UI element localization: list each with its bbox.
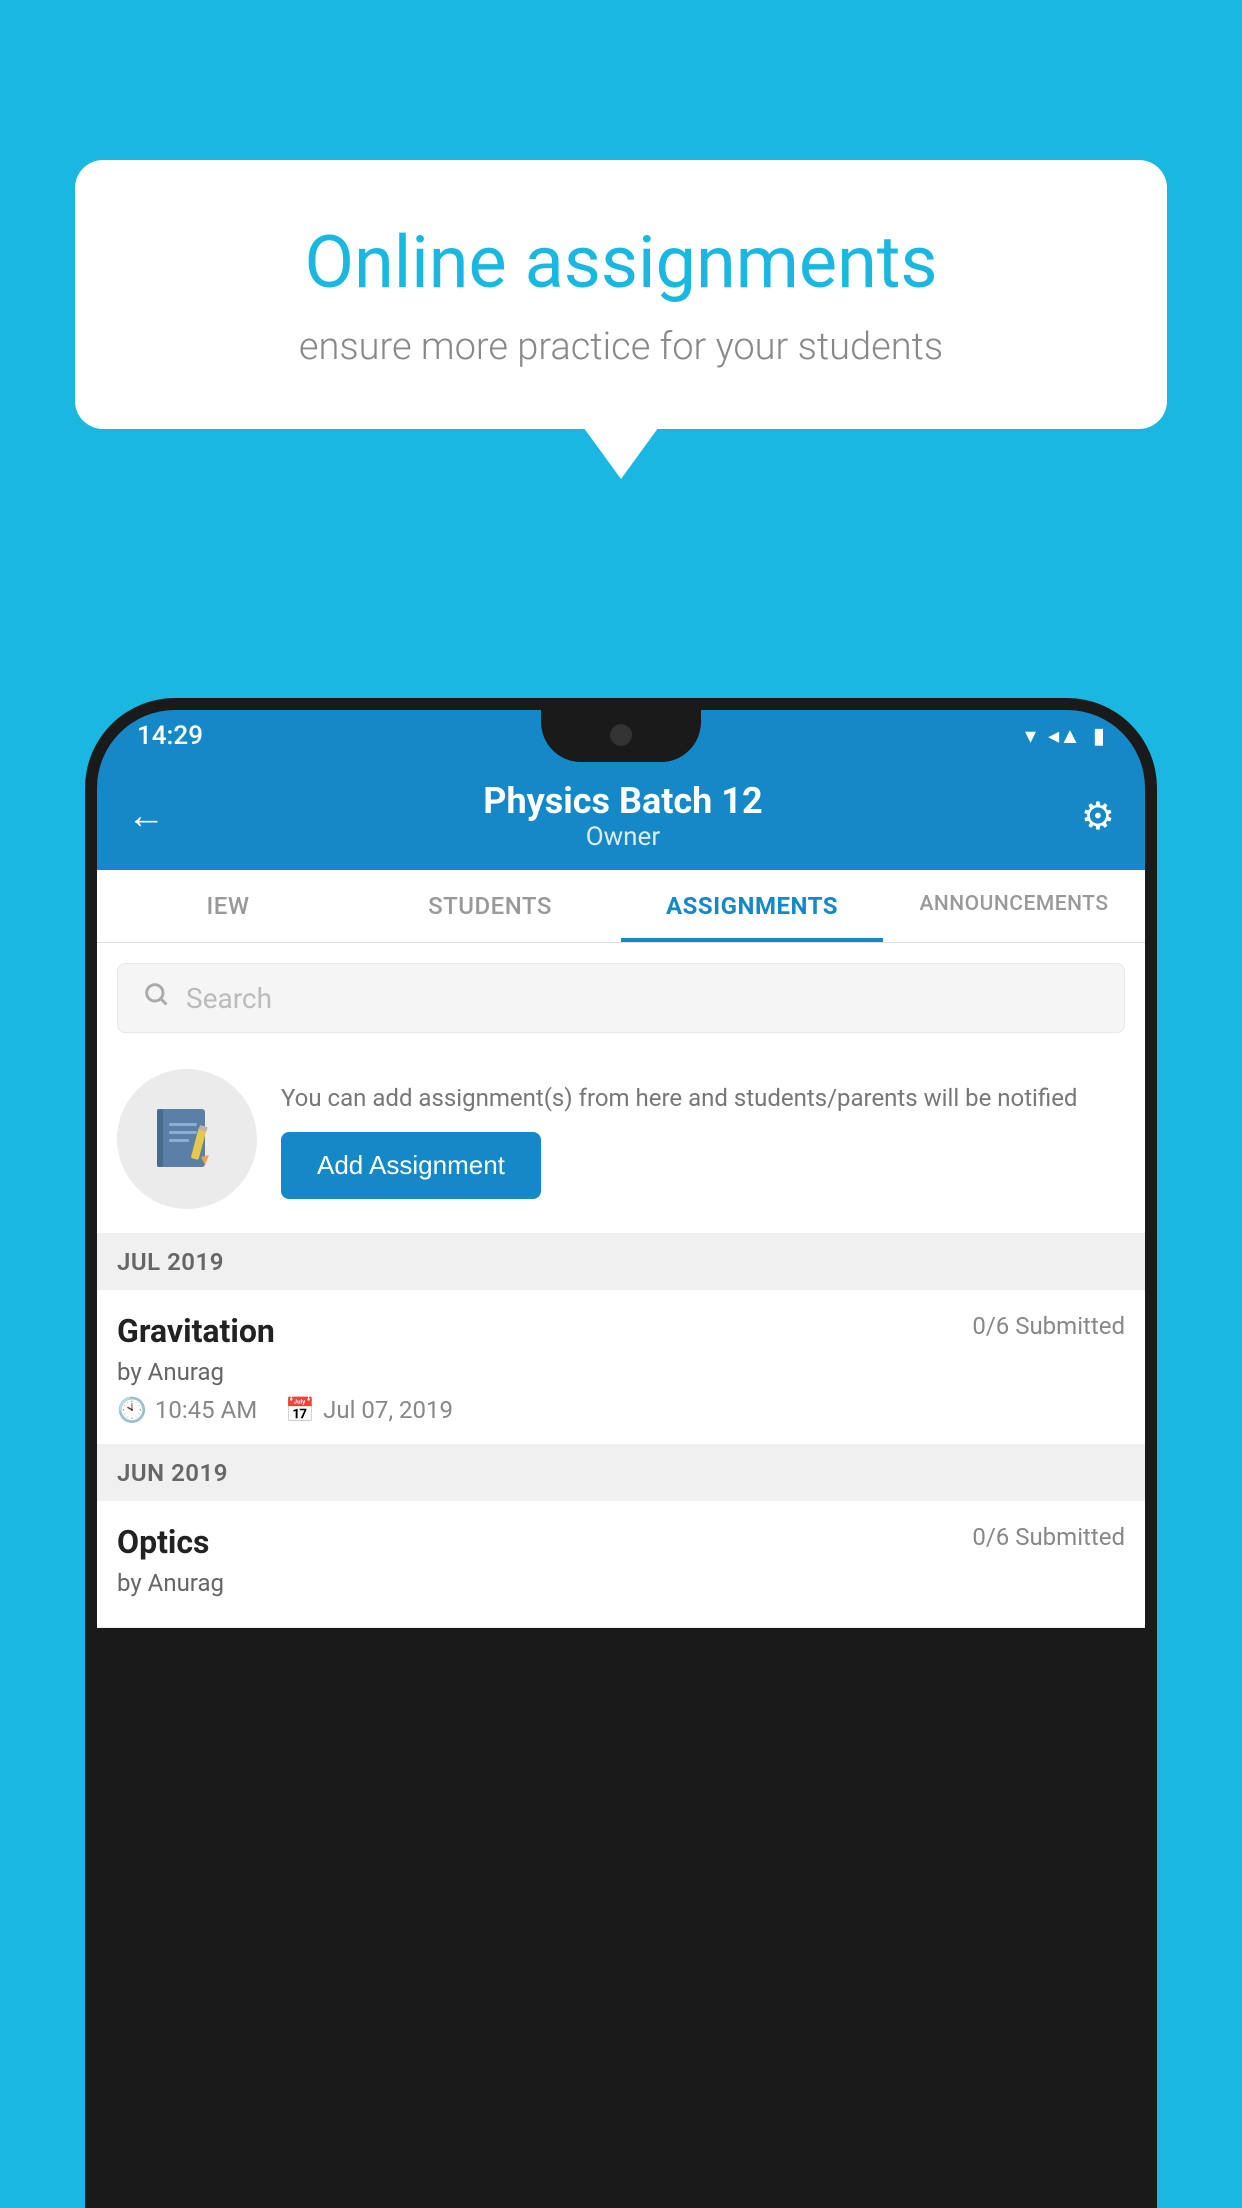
- assignment-top-row-optics: Optics 0/6 Submitted: [117, 1523, 1125, 1561]
- calendar-icon: 📅: [285, 1396, 315, 1424]
- promo-section: You can add assignment(s) from here and …: [97, 1049, 1145, 1234]
- search-bar[interactable]: Search: [117, 963, 1125, 1033]
- phone-frame: 14:29 ▾ ◂▲ ▮ ← Physics Batch 12 Owner ⚙ …: [85, 698, 1157, 2208]
- search-placeholder: Search: [186, 982, 272, 1015]
- battery-icon: ▮: [1093, 724, 1105, 749]
- tab-students[interactable]: STUDENTS: [359, 870, 621, 942]
- header-title: Physics Batch 12: [483, 780, 762, 822]
- speech-bubble-container: Online assignments ensure more practice …: [75, 160, 1167, 429]
- assignment-time: 🕙 10:45 AM: [117, 1396, 257, 1424]
- app-header: ← Physics Batch 12 Owner ⚙: [97, 762, 1145, 870]
- section-jun-2019: JUN 2019: [97, 1445, 1145, 1501]
- assignment-submitted-optics: 0/6 Submitted: [972, 1523, 1125, 1551]
- assignment-by-optics: by Anurag: [117, 1569, 1125, 1597]
- assignment-top-row: Gravitation 0/6 Submitted: [117, 1312, 1125, 1350]
- tab-assignments[interactable]: ASSIGNMENTS: [621, 870, 883, 942]
- bubble-title: Online assignments: [145, 220, 1097, 305]
- tabs-bar: IEW STUDENTS ASSIGNMENTS ANNOUNCEMENTS: [97, 870, 1145, 943]
- assignment-meta: 🕙 10:45 AM 📅 Jul 07, 2019: [117, 1396, 1125, 1424]
- header-center: Physics Batch 12 Owner: [483, 780, 762, 852]
- speech-bubble: Online assignments ensure more practice …: [75, 160, 1167, 429]
- header-subtitle: Owner: [483, 822, 762, 852]
- assignment-item-optics[interactable]: Optics 0/6 Submitted by Anurag: [97, 1501, 1145, 1628]
- assignment-name-optics: Optics: [117, 1523, 209, 1561]
- tab-iew[interactable]: IEW: [97, 870, 359, 942]
- notch: [541, 710, 701, 762]
- status-icons: ▾ ◂▲ ▮: [1025, 723, 1105, 749]
- tab-announcements[interactable]: ANNOUNCEMENTS: [883, 870, 1145, 942]
- promo-icon-circle: [117, 1069, 257, 1209]
- back-button[interactable]: ←: [127, 794, 165, 838]
- section-jul-2019: JUL 2019: [97, 1234, 1145, 1290]
- assignment-submitted: 0/6 Submitted: [972, 1312, 1125, 1340]
- settings-icon[interactable]: ⚙: [1081, 794, 1115, 839]
- assignment-by: by Anurag: [117, 1358, 1125, 1386]
- assignment-item-gravitation[interactable]: Gravitation 0/6 Submitted by Anurag 🕙 10…: [97, 1290, 1145, 1445]
- status-time: 14:29: [137, 721, 203, 751]
- add-assignment-button[interactable]: Add Assignment: [281, 1132, 541, 1199]
- bubble-subtitle: ensure more practice for your students: [145, 325, 1097, 369]
- promo-description: You can add assignment(s) from here and …: [281, 1080, 1125, 1116]
- screen-content: Search: [97, 943, 1145, 1628]
- signal-icon: ◂▲: [1048, 723, 1081, 749]
- assignment-date: 📅 Jul 07, 2019: [285, 1396, 453, 1424]
- phone-inner: 14:29 ▾ ◂▲ ▮ ← Physics Batch 12 Owner ⚙ …: [97, 710, 1145, 2208]
- assignment-name: Gravitation: [117, 1312, 275, 1350]
- camera-icon: [610, 724, 632, 746]
- search-icon: [142, 980, 170, 1016]
- clock-icon: 🕙: [117, 1396, 147, 1424]
- wifi-icon: ▾: [1025, 724, 1036, 749]
- promo-text-area: You can add assignment(s) from here and …: [281, 1080, 1125, 1199]
